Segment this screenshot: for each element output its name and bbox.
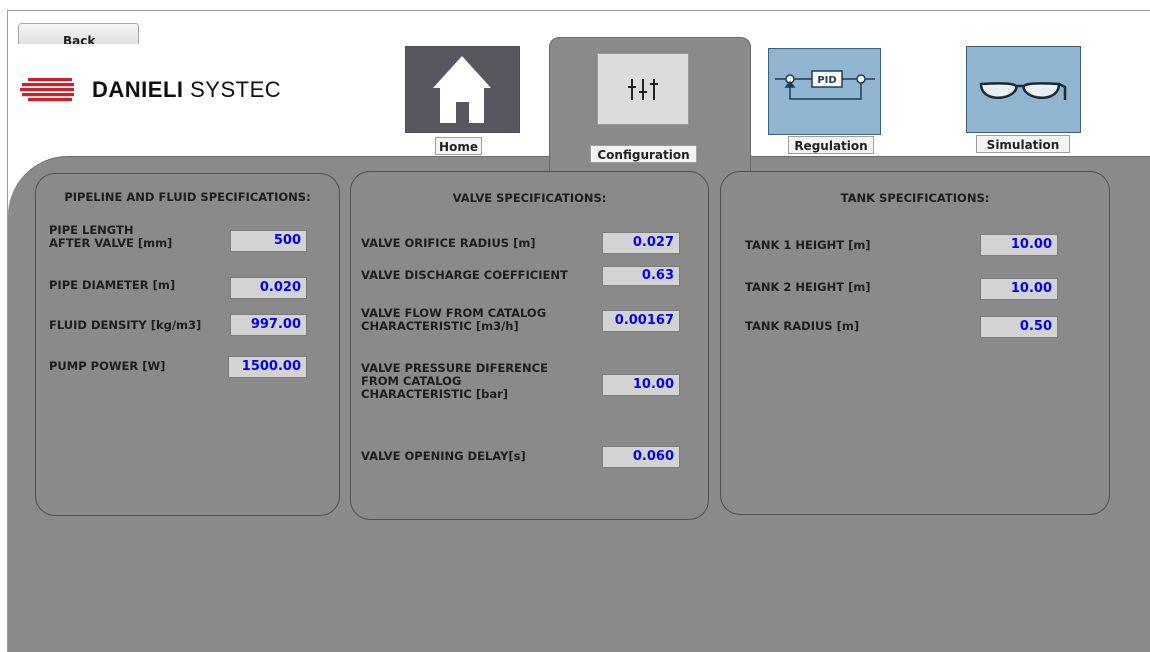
tank-panel: TANK SPECIFICATIONS: TANK 1 HEIGHT [m] 1… <box>720 171 1110 515</box>
nav-simulation[interactable]: Simulation <box>966 46 1081 158</box>
nav-configuration-label: Configuration <box>590 145 697 163</box>
pipe-diameter-value[interactable]: 0.020 <box>230 277 307 299</box>
fluid-density-label: FLUID DENSITY [kg/m3] <box>49 318 202 332</box>
valve-orifice-radius-value[interactable]: 0.027 <box>602 232 680 254</box>
pipe-length-value[interactable]: 500 <box>230 230 307 252</box>
tank-radius-value[interactable]: 0.50 <box>980 316 1058 338</box>
house-icon <box>405 46 520 133</box>
valve-pressure-difference-value[interactable]: 10.00 <box>602 374 680 396</box>
pipeline-panel-title: PIPELINE AND FLUID SPECIFICATIONS: <box>64 190 311 204</box>
logo-wordmark: DANIELI SYSTEC <box>92 77 282 102</box>
pump-power-label: PUMP POWER [W] <box>49 359 166 373</box>
danieli-systec-logo: DANIELI SYSTEC <box>14 44 349 132</box>
tank-panel-title: TANK SPECIFICATIONS: <box>840 191 990 205</box>
pipeline-fluid-panel: PIPELINE AND FLUID SPECIFICATIONS: PIPE … <box>35 173 340 516</box>
nav-configuration[interactable]: Configuration <box>590 53 700 163</box>
tank-1-height-value[interactable]: 10.00 <box>980 234 1058 256</box>
valve-discharge-coefficient-value[interactable]: 0.63 <box>602 266 680 286</box>
tank-2-height-label: TANK 2 HEIGHT [m] <box>745 280 871 294</box>
valve-panel-title: VALVE SPECIFICATIONS: <box>452 191 607 205</box>
pipe-diameter-label: PIPE DIAMETER [m] <box>49 278 176 292</box>
svg-text:PID: PID <box>817 75 836 86</box>
valve-opening-delay-value[interactable]: 0.060 <box>602 446 680 468</box>
pump-power-value[interactable]: 1500.00 <box>228 356 307 378</box>
valve-opening-delay-label: VALVE OPENING DELAY[s] <box>361 449 526 463</box>
valve-flow-label: VALVE FLOW FROM CATALOG CHARACTERISTIC [… <box>361 306 547 333</box>
tank-1-height-label: TANK 1 HEIGHT [m] <box>745 238 871 252</box>
pipe-length-label: PIPE LENGTH AFTER VALVE [mm] <box>49 223 173 250</box>
nav-home-label: Home <box>435 137 482 155</box>
danieli-emblem-icon <box>20 78 74 102</box>
app-window: Back DANIELI SYSTEC Home Configuration P… <box>7 10 1150 652</box>
nav-simulation-label: Simulation <box>976 135 1070 153</box>
tank-radius-label: TANK RADIUS [m] <box>745 319 860 333</box>
nav-home[interactable]: Home <box>405 46 520 158</box>
tank-2-height-value[interactable]: 10.00 <box>980 278 1058 300</box>
valve-flow-value[interactable]: 0.00167 <box>602 310 680 332</box>
valve-pressure-difference-label: VALVE PRESSURE DIFERENCE FROM CATALOG CH… <box>361 361 548 401</box>
glasses-icon <box>966 46 1081 133</box>
nav-regulation-label: Regulation <box>788 136 874 154</box>
valve-panel: VALVE SPECIFICATIONS: VALVE ORIFICE RADI… <box>350 171 709 520</box>
sliders-icon <box>597 53 689 125</box>
nav-regulation[interactable]: PID Regulation <box>768 48 881 158</box>
valve-orifice-radius-label: VALVE ORIFICE RADIUS [m] <box>361 236 536 250</box>
fluid-density-value[interactable]: 997.00 <box>230 314 307 336</box>
valve-discharge-coefficient-label: VALVE DISCHARGE COEFFICIENT <box>361 268 568 282</box>
pid-loop-icon: PID <box>768 48 881 135</box>
